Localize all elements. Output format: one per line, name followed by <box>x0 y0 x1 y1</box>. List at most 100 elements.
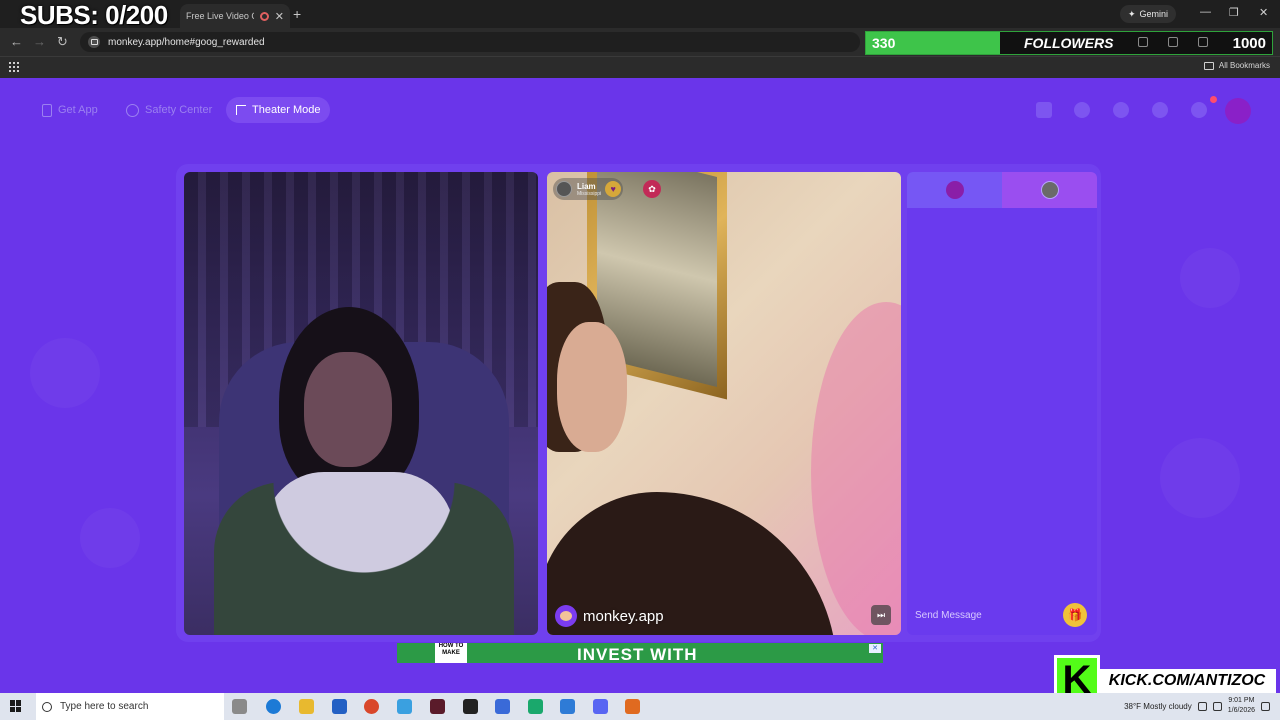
url-field[interactable]: monkey.app/home#goog_rewarded <box>80 32 860 52</box>
ad-logo: HOW TO MAKE <box>435 643 467 663</box>
network-icon[interactable] <box>1197 701 1207 711</box>
tab-close-icon[interactable]: ✕ <box>275 10 284 23</box>
reload-button[interactable]: ↻ <box>57 34 68 50</box>
maximize-button[interactable]: ❐ <box>1229 6 1239 19</box>
browser-tab-strip: Free Live Video Chat ✕ + ✦ Gemini — ❐ ✕ <box>0 0 1280 28</box>
peer-location: Mississippi <box>577 190 602 197</box>
windows-taskbar: Type here to search 38°F Mostly cloudy 9… <box>0 693 1280 720</box>
video-blanket <box>214 482 514 635</box>
volume-icon[interactable] <box>1212 701 1222 711</box>
phone-icon <box>42 103 52 117</box>
bg-decoration <box>80 508 140 568</box>
clock-date: 1/6/2026 <box>1227 707 1255 714</box>
safety-center-link[interactable]: Safety Center <box>116 97 222 123</box>
gift-icon[interactable]: ✿ <box>643 180 661 198</box>
ad-close-icon[interactable]: ✕ <box>869 644 881 653</box>
app-icon[interactable] <box>560 699 575 714</box>
notification-badge <box>1210 96 1217 103</box>
folder-icon <box>1203 61 1214 70</box>
self-avatar <box>945 181 964 199</box>
app-icon[interactable] <box>463 699 478 714</box>
messages-icon[interactable] <box>1191 102 1207 118</box>
gift-button[interactable]: 🎁 <box>1063 603 1087 627</box>
taskbar-search[interactable]: Type here to search <box>36 693 224 720</box>
clock[interactable]: 9:01 PM 1/6/2026 <box>1228 696 1255 716</box>
gemini-button[interactable]: ✦ Gemini <box>1120 5 1177 23</box>
minimize-button[interactable]: — <box>1200 6 1211 18</box>
reading-list-icon[interactable] <box>1198 37 1208 47</box>
watermark-text: monkey.app <box>583 607 664 625</box>
peer-video: Liam Mississippi ♥ ✿ monkey.app ⏭ <box>547 172 901 635</box>
monkey-watermark: monkey.app <box>555 605 664 627</box>
site-info-icon[interactable] <box>88 36 100 48</box>
monkey-app-page: Get App Safety Center Theater Mode Liam … <box>0 78 1280 693</box>
bookmarks-bar: All Bookmarks <box>0 56 1280 78</box>
store-icon[interactable] <box>332 699 347 714</box>
tab-audio-icon[interactable] <box>259 11 269 21</box>
bg-decoration <box>1160 438 1240 518</box>
skip-button[interactable]: ⏭ <box>871 605 891 625</box>
ad-headline: INVEST WITH <box>577 645 698 663</box>
theater-mode-label: Theater Mode <box>252 104 321 116</box>
apps-grid-icon[interactable] <box>9 62 19 72</box>
history-icon[interactable] <box>1152 102 1168 118</box>
app-icon[interactable] <box>625 699 640 714</box>
peer-info-pill[interactable]: Liam Mississippi ♥ <box>553 178 624 200</box>
peer-name: Liam <box>577 181 596 191</box>
peer-face <box>557 322 627 452</box>
bg-decoration <box>1180 248 1240 308</box>
screenshot-icon[interactable] <box>1168 37 1178 47</box>
ad-banner[interactable]: HOW TO MAKE INVEST WITH ✕ <box>397 643 883 663</box>
peer-chat-avatar <box>1040 181 1059 199</box>
chat-tab-peer[interactable] <box>1002 172 1097 208</box>
get-app-label: Get App <box>58 104 98 116</box>
search-icon <box>42 701 52 712</box>
extensions-icon[interactable] <box>1138 37 1148 47</box>
chrome-icon[interactable] <box>364 699 379 714</box>
discord-icon[interactable] <box>593 699 608 714</box>
chat-tab-self[interactable] <box>907 172 1002 208</box>
edge-icon[interactable] <box>266 699 281 714</box>
sparkle-icon: ✦ <box>1128 8 1136 19</box>
chat-panel: Send Message 🎁 <box>907 172 1097 635</box>
expand-icon <box>236 105 246 115</box>
task-view-icon[interactable] <box>232 699 247 714</box>
shop-icon[interactable] <box>1036 102 1052 118</box>
new-tab-button[interactable]: + <box>293 6 301 22</box>
heart-icon[interactable]: ♥ <box>605 181 622 197</box>
safety-center-label: Safety Center <box>145 104 213 116</box>
forward-button[interactable]: → <box>33 34 46 49</box>
close-window-button[interactable]: ✕ <box>1259 6 1268 19</box>
app-icon[interactable] <box>495 699 510 714</box>
extension-icons <box>1138 37 1208 47</box>
all-bookmarks-button[interactable]: All Bookmarks <box>1203 61 1270 70</box>
file-explorer-icon[interactable] <box>299 699 314 714</box>
clock-time: 9:01 PM <box>1228 697 1255 704</box>
friends-icon[interactable] <box>1113 102 1129 118</box>
windows-start-icon[interactable] <box>10 700 22 712</box>
kick-url: KICK.COM/ANTIZOC <box>1098 669 1276 693</box>
app-icon[interactable] <box>528 699 543 714</box>
self-video <box>184 172 538 635</box>
back-button[interactable]: ← <box>10 34 23 49</box>
app-icon[interactable] <box>397 699 412 714</box>
send-message-input[interactable]: Send Message <box>915 610 1065 621</box>
notifications-icon[interactable] <box>1261 701 1270 711</box>
get-app-link[interactable]: Get App <box>32 97 108 123</box>
video-person-face <box>304 352 392 467</box>
app-icon[interactable] <box>430 699 445 714</box>
browser-tab[interactable]: Free Live Video Chat ✕ <box>180 4 290 28</box>
followers-goal-bar: 330 FOLLOWERS 1000 <box>865 31 1273 55</box>
top-nav: Get App Safety Center Theater Mode <box>0 92 1280 128</box>
tab-title: Free Live Video Chat <box>186 11 254 21</box>
profile-avatar[interactable] <box>1225 98 1251 124</box>
followers-current: 330 <box>872 35 896 51</box>
theater-mode-button[interactable]: Theater Mode <box>226 97 331 123</box>
peer-avatar <box>556 181 572 197</box>
weather-text[interactable]: 38°F Mostly cloudy <box>1124 702 1192 711</box>
monkey-logo-icon <box>555 605 577 627</box>
chat-tabs <box>907 172 1097 208</box>
all-bookmarks-label: All Bookmarks <box>1218 61 1270 70</box>
taskbar-search-placeholder: Type here to search <box>60 701 149 712</box>
search-icon[interactable] <box>1074 102 1090 118</box>
